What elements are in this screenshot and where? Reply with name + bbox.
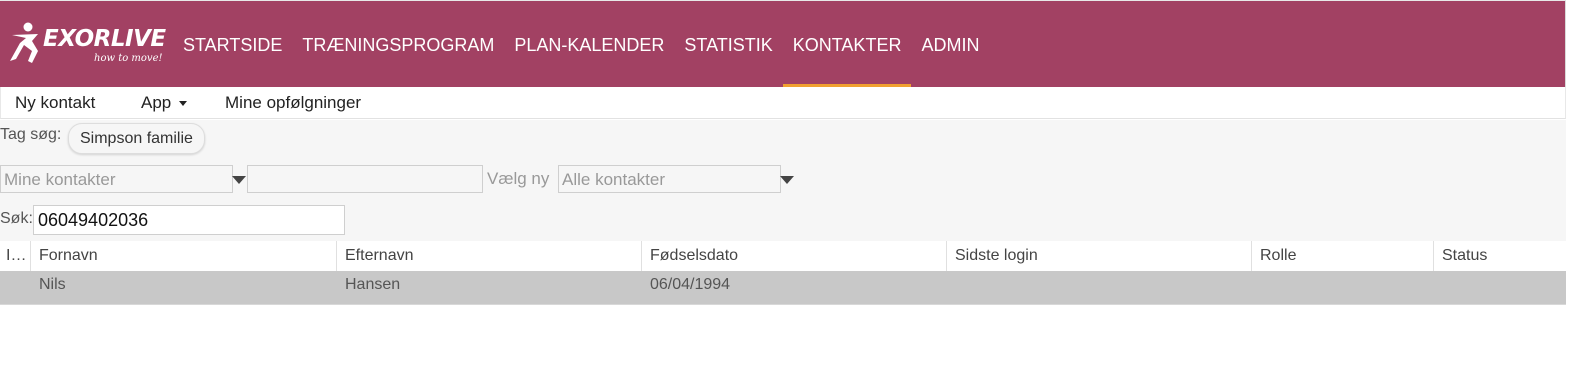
choose-new-label: Vælg ny	[487, 169, 550, 188]
cell-fodselsdato: 06/04/1994	[650, 276, 731, 293]
logo-text: EXORLIVE	[43, 26, 166, 52]
column-header-efternavn[interactable]: Efternavn	[337, 241, 642, 271]
search-label: Søk:	[0, 210, 33, 227]
filter-panel: Tag søg: Simpson familie Mine kontakter …	[0, 120, 1566, 241]
middle-input[interactable]	[247, 165, 483, 193]
contacts-select[interactable]: Mine kontakter	[0, 165, 233, 193]
column-header-rolle[interactable]: Rolle	[1252, 241, 1434, 271]
cell-rolle	[1252, 272, 1434, 300]
my-followups-button[interactable]: Mine opfølgninger	[225, 87, 361, 118]
column-header-fornavn[interactable]: Fornavn	[31, 241, 337, 271]
app-menu[interactable]: App	[141, 87, 188, 118]
nav-traeningsprogram[interactable]: TRÆNINGSPROGRAM	[292, 1, 504, 87]
new-contact-button[interactable]: Ny kontakt	[15, 87, 95, 118]
nav-kontakter[interactable]: KONTAKTER	[782, 1, 912, 88]
runner-logo-icon	[10, 22, 38, 63]
sub-toolbar: Ny kontakt App Mine opfølgninger	[0, 87, 1566, 119]
column-header-status[interactable]: Status	[1434, 241, 1566, 271]
nav-statistik[interactable]: STATISTIK	[674, 1, 782, 87]
cell-status	[1434, 272, 1566, 300]
cell-efternavn: Hansen	[345, 276, 401, 293]
column-header-sidste-login[interactable]: Sidste login	[947, 241, 1252, 271]
table-row[interactable]: Nils Hansen 06/04/1994	[0, 272, 1566, 305]
nav-admin[interactable]: ADMIN	[911, 1, 989, 87]
tag-search-label: Tag søg:	[0, 126, 62, 143]
nav-startside[interactable]: STARTSIDE	[173, 1, 292, 87]
contacts-dropdown-arrow-icon[interactable]	[232, 176, 246, 184]
cell-sidste-login	[947, 272, 1252, 300]
exorlive-logo[interactable]: EXORLIVE how to move!	[8, 21, 170, 71]
cell-fornavn: Nils	[39, 276, 66, 293]
top-navigation-bar: EXORLIVE how to move! STARTSIDE TRÆNINGS…	[0, 0, 1566, 88]
caret-down-icon	[179, 101, 188, 107]
cell-i	[0, 272, 31, 300]
table-header: I… Fornavn Efternavn Fødselsdato Sidste …	[0, 241, 1566, 272]
tag-chip[interactable]: Simpson familie	[68, 123, 205, 154]
all-contacts-dropdown-arrow-icon[interactable]	[780, 176, 794, 184]
column-header-fodselsdato[interactable]: Fødselsdato	[642, 241, 947, 271]
contacts-table: I… Fornavn Efternavn Fødselsdato Sidste …	[0, 241, 1566, 305]
main-nav: STARTSIDE TRÆNINGSPROGRAM PLAN-KALENDER …	[173, 1, 989, 88]
app-menu-label: App	[141, 93, 172, 112]
column-header-i[interactable]: I…	[0, 241, 31, 271]
search-input[interactable]	[33, 205, 345, 235]
all-contacts-select[interactable]: Alle kontakter	[558, 165, 781, 193]
logo-tagline: how to move!	[94, 53, 163, 64]
nav-plan-kalender[interactable]: PLAN-KALENDER	[504, 1, 674, 87]
